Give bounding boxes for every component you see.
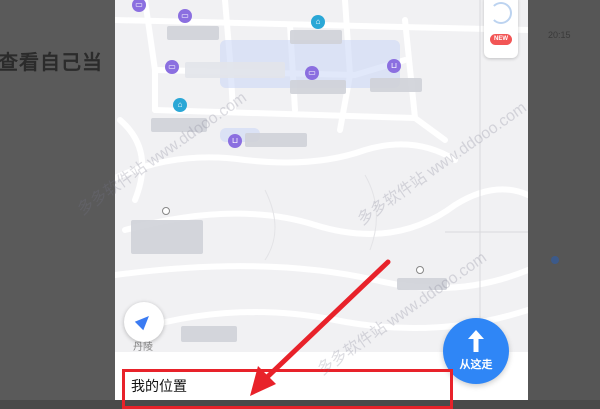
annotation-arrow: [250, 259, 391, 396]
